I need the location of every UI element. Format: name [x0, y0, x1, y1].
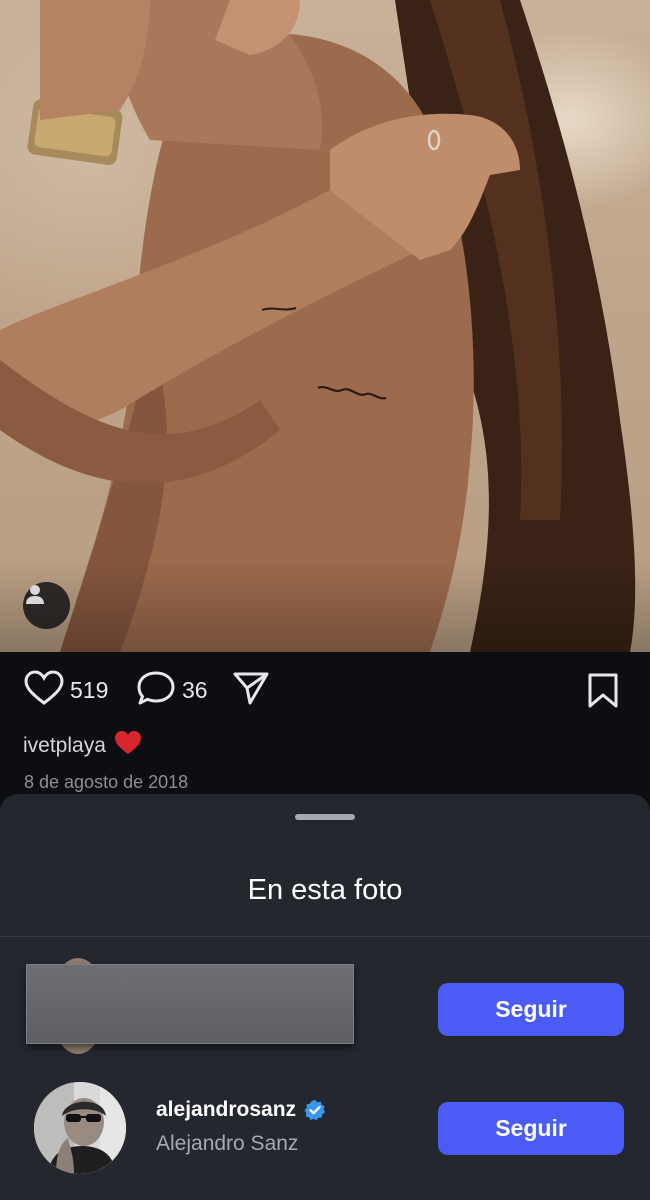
post-caption: ivetplaya — [23, 730, 142, 762]
verified-badge-icon — [304, 1099, 326, 1121]
post-screen: 519 36 ivetplaya 8 de agosto de 2018 En … — [0, 0, 650, 1200]
avatar[interactable] — [34, 1082, 126, 1174]
comment-icon — [136, 670, 176, 711]
sheet-title: En esta foto — [247, 874, 403, 906]
like-count: 519 — [70, 677, 109, 703]
comment-count: 36 — [182, 677, 208, 703]
share-button[interactable] — [232, 670, 270, 711]
tagged-user-row[interactable]: alejandrosanz Alejandro Sanz Seguir — [0, 1080, 650, 1180]
follow-button[interactable]: Seguir — [438, 1102, 624, 1155]
post-date: 8 de agosto de 2018 — [24, 772, 189, 792]
user-text[interactable]: alejandrosanz Alejandro Sanz — [156, 1098, 326, 1156]
user-photo — [34, 1082, 126, 1174]
heart-icon — [24, 670, 64, 711]
tagged-people-button[interactable] — [23, 582, 70, 629]
sheet-drag-handle[interactable] — [295, 814, 355, 820]
username-text: alejandrosanz — [156, 1098, 297, 1121]
tagged-people-sheet: En esta foto Seguir alejandrosanz Alejan… — [0, 794, 650, 1200]
username[interactable]: alejandrosanz — [156, 1098, 326, 1122]
follow-button[interactable]: Seguir — [438, 983, 624, 1036]
like-button[interactable]: 519 — [24, 670, 108, 711]
post-photo[interactable] — [0, 0, 650, 652]
tagged-user-row[interactable]: Seguir — [0, 958, 650, 1058]
sheet-divider — [0, 936, 650, 937]
photo-illustration — [0, 0, 650, 652]
post-action-bar: 519 36 — [0, 652, 650, 732]
send-icon — [232, 670, 270, 711]
comment-button[interactable]: 36 — [136, 670, 208, 711]
red-heart-emoji-icon — [114, 730, 142, 762]
caption-username[interactable]: ivetplaya — [23, 734, 106, 758]
full-name: Alejandro Sanz — [156, 1132, 299, 1155]
save-button[interactable] — [585, 672, 621, 715]
redacted-user-info — [26, 964, 354, 1044]
bookmark-icon — [585, 673, 621, 714]
